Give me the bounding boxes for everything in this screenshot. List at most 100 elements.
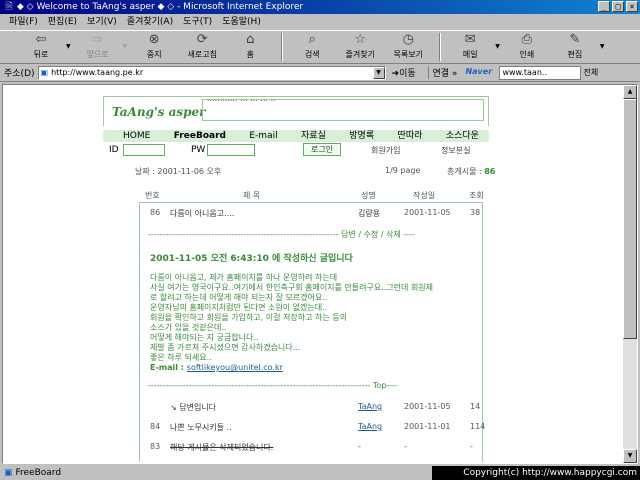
menu-favorites[interactable]: 즐겨찾기(A)	[122, 14, 178, 30]
nav-home[interactable]: HOME	[123, 130, 150, 142]
window-title: ◆ ◇ Welcome to TaAng's asper ◆ ◇ - Micro…	[16, 2, 304, 12]
row-author: -	[358, 442, 361, 451]
lost-info-link[interactable]: 정보분실	[441, 145, 470, 156]
post-body-line: 로 할려고 하는데 어떻게 해야 되는지 잘 모르겠어요..	[150, 293, 328, 302]
refresh-icon: ⟳	[196, 32, 208, 47]
row-author[interactable]: TaAng	[358, 402, 382, 411]
address-dropdown-icon[interactable]: ▼	[372, 66, 385, 79]
links-button[interactable]: 연결 »	[427, 66, 457, 79]
row-number: 83	[150, 442, 161, 451]
page-viewport: ▲ ▼ TaAng's asper ............ ... ... .…	[2, 84, 638, 464]
row-title: 해당 게시물은 삭제되었습니다.	[170, 443, 274, 452]
col-author: 성명	[361, 191, 376, 200]
back-label: 뒤로	[33, 50, 49, 59]
site-logo[interactable]: TaAng's asper	[112, 105, 205, 119]
post-body-line: 어떻게 해야되는 지 궁금합니다..	[150, 333, 259, 342]
nav-guestbook[interactable]: 방명록	[349, 130, 374, 142]
favorites-label: 즐겨찾기	[345, 50, 375, 59]
window-controls: _ □ ×	[598, 1, 638, 12]
menu-tools[interactable]: 도구(T)	[178, 14, 217, 30]
join-link[interactable]: 회원가입	[371, 145, 400, 156]
row-date: -	[404, 442, 407, 451]
scroll-up-arrow-icon[interactable]: ▲	[623, 85, 637, 99]
nav-email[interactable]: E-mail	[249, 130, 277, 142]
table-row[interactable]: ↘ 답변입니다 TaAng 2001-11-05 14	[140, 401, 484, 413]
edit-dropdown-icon[interactable]: ▼	[600, 43, 605, 50]
nav-source[interactable]: 소스다운	[446, 130, 479, 142]
post-body-line: 운영자님의 홈페이지처럼만 된다면 소원이 없겠는데..	[150, 303, 328, 312]
login-button[interactable]: 로그인	[303, 143, 341, 156]
row-title[interactable]: ↘ 답변입니다	[170, 402, 216, 413]
menu-edit[interactable]: 편집(E)	[43, 14, 82, 30]
close-button[interactable]: ×	[626, 1, 638, 12]
history-label: 목록보기	[393, 50, 423, 59]
top-bar[interactable]: ----------------------------------------…	[148, 381, 398, 390]
table-row[interactable]: 86 다름이 아니옵고.... 김량용 2001-11-05 38	[140, 207, 484, 219]
vertical-scrollbar[interactable]: ▲ ▼	[623, 85, 637, 463]
menu-help[interactable]: 도움말(H)	[217, 14, 266, 30]
history-button[interactable]: ◷ 목록보기	[385, 31, 431, 60]
row-author[interactable]: TaAng	[358, 422, 382, 431]
mail-button[interactable]: ✉ 메일	[447, 31, 493, 60]
minimize-button[interactable]: _	[598, 1, 610, 12]
table-row[interactable]: 84 나쁜 노무시키들 .. TaAng 2001-11-01 114	[140, 421, 485, 433]
naver-search-input[interactable]: www.taan..	[499, 65, 582, 80]
post-email: E-mail : softlikeyou@unitel.co.kr	[150, 363, 283, 372]
toolbar: ⇦ 뒤로 ▼ ⇨ 앞으로 ▼ ⊗ 중지 ⟳ 새로고침 ⌂ 홈 ⌕ 검색 ☆ 즐겨…	[0, 30, 640, 64]
pw-label: PW	[191, 145, 206, 155]
home-label: 홈	[246, 50, 254, 59]
favorites-button[interactable]: ☆ 즐겨찾기	[337, 31, 383, 60]
forward-dropdown-icon[interactable]: ▼	[123, 43, 128, 50]
id-input[interactable]	[123, 144, 165, 156]
row-title[interactable]: 나쁜 노무시키들 ..	[170, 422, 232, 433]
ie-page-icon: 🗎	[5, 2, 13, 12]
forward-button[interactable]: ⇨ 앞으로	[75, 31, 121, 60]
pw-input[interactable]	[207, 144, 255, 156]
post-table: 86 다름이 아니옵고.... 김량용 2001-11-05 38 ------…	[139, 202, 485, 462]
search-label: 검색	[304, 50, 320, 59]
login-bar: ID PW 로그인 회원가입 정보분실	[109, 143, 499, 158]
home-button[interactable]: ⌂ 홈	[227, 31, 273, 60]
naver-logo[interactable]: Naver	[465, 67, 495, 79]
board-container: TaAng's asper ............ ... ... ... .…	[103, 96, 495, 463]
total-value: 86	[484, 167, 496, 176]
page-info: 1/9 page	[385, 166, 421, 175]
stop-button[interactable]: ⊗ 중지	[131, 31, 177, 60]
menu-view[interactable]: 보기(V)	[82, 14, 122, 30]
mail-dropdown-icon[interactable]: ▼	[495, 43, 500, 50]
maximize-button[interactable]: □	[612, 1, 624, 12]
forward-arrow-icon: ⇨	[92, 32, 104, 47]
search-button[interactable]: ⌕ 검색	[289, 31, 335, 60]
row-date: 2001-11-05	[404, 402, 451, 411]
back-dropdown-icon[interactable]: ▼	[66, 43, 71, 50]
marquee-text: ............ ... ... ... ..	[207, 100, 276, 103]
print-button[interactable]: ⎙ 인쇄	[504, 31, 550, 60]
nav-freeboard[interactable]: FreeBoard	[174, 130, 226, 142]
address-label: 주소(D)	[4, 69, 35, 79]
go-label: 이동	[399, 69, 416, 79]
go-button[interactable]: ➜이동	[392, 66, 424, 79]
scroll-thumb[interactable]	[623, 99, 637, 339]
address-field[interactable]: ▣ http://www.taang.pe.kr ▼	[37, 65, 386, 80]
toolbar-separator	[281, 33, 284, 61]
refresh-button[interactable]: ⟳ 새로고침	[179, 31, 225, 60]
post-date-line: 2001-11-05 오전 6:43:10 에 작성하신 글입니다	[150, 254, 353, 264]
copyright-banner: Copyright(c) http://www.happycgi.com	[432, 466, 640, 480]
back-button[interactable]: ⇦ 뒤로	[18, 31, 64, 60]
go-arrow-icon: ➜	[391, 69, 400, 79]
search-icon: ⌕	[308, 32, 316, 47]
total-label: 총게시물 :	[447, 167, 482, 176]
board-header: TaAng's asper ............ ... ... ... .…	[103, 96, 489, 126]
address-url[interactable]: http://www.taang.pe.kr	[51, 68, 143, 77]
row-title[interactable]: 다름이 아니옵고....	[170, 208, 234, 219]
nav-music[interactable]: 딴따라	[398, 130, 423, 142]
scroll-down-arrow-icon[interactable]: ▼	[623, 449, 637, 463]
menu-file[interactable]: 파일(F)	[4, 14, 43, 30]
naver-search-scope[interactable]: 전체	[583, 67, 598, 78]
email-link[interactable]: softlikeyou@unitel.co.kr	[187, 363, 283, 372]
row-views: 14	[470, 402, 481, 411]
edit-button[interactable]: ✎ 편집	[552, 31, 598, 60]
row-date: 2001-11-01	[404, 422, 451, 431]
reply-edit-delete-bar[interactable]: ----------------------------------------…	[148, 229, 415, 240]
nav-archive[interactable]: 자료실	[301, 130, 326, 142]
